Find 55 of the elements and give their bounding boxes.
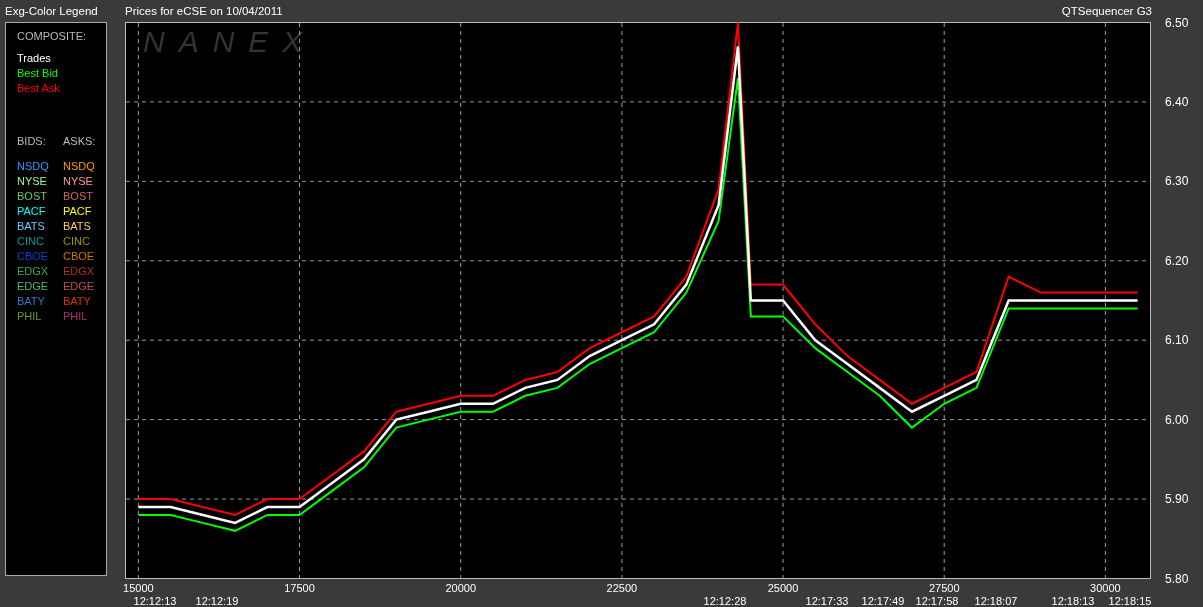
time-label: 12:17:58 — [915, 595, 959, 607]
legend-label: NSDQ — [17, 160, 50, 173]
legend-label: PHIL — [17, 310, 43, 323]
legend-label: EDGE — [63, 280, 96, 293]
y-tick-label: 6.40 — [1165, 94, 1189, 109]
time-label: 12:17:49 — [861, 595, 905, 607]
legend-label: EDGE — [17, 280, 50, 293]
x-tick-label: 17500 — [284, 582, 315, 594]
legend-label: CINC — [17, 235, 45, 248]
legend-label: BOST — [63, 190, 94, 203]
legend-label: EDGX — [63, 265, 96, 278]
x-tick-label: 27500 — [928, 582, 960, 594]
time-label: 12:12:19 — [195, 595, 239, 607]
legend-label: CINC — [63, 235, 91, 248]
legend-label: NYSE — [63, 175, 94, 188]
app-label: QTSequencer G3 — [1061, 4, 1152, 19]
bids-heading: BIDS: — [17, 135, 47, 148]
y-tick-label: 6.20 — [1165, 253, 1189, 268]
y-tick-label: 6.30 — [1165, 174, 1189, 189]
y-tick-label: 5.90 — [1165, 492, 1189, 507]
time-label: 12:18:15 — [1108, 595, 1152, 607]
composite-heading: COMPOSITE: — [17, 30, 88, 42]
legend-label: CBOE — [17, 250, 50, 263]
chart-title: Prices for eCSE on 10/04/2011 — [125, 4, 283, 19]
y-tick-label: 6.00 — [1165, 412, 1189, 427]
legend-label: Trades — [17, 52, 52, 65]
legend-label: BATY — [17, 295, 46, 308]
time-label: 12:18:13 — [1051, 595, 1095, 607]
y-tick-label: 6.50 — [1165, 15, 1189, 30]
x-tick-label: 30000 — [1090, 582, 1121, 594]
legend-label: BOST — [17, 190, 48, 203]
y-tick-label: 5.80 — [1165, 571, 1189, 586]
legend-label: PHIL — [63, 310, 89, 323]
legend-label: Best Ask — [17, 82, 61, 95]
legend-label: BATY — [63, 295, 92, 308]
time-label: 12:12:28 — [703, 595, 747, 607]
legend-title: Exg-Color Legend — [5, 4, 99, 19]
x-tick-label: 20000 — [445, 582, 476, 594]
time-label: 12:12:13 — [133, 595, 177, 607]
x-tick-label: 15000 — [123, 582, 154, 594]
y-tick-label: 6.10 — [1165, 333, 1189, 348]
legend-label: Best Bid — [17, 67, 59, 80]
legend-label: EDGX — [17, 265, 50, 278]
legend-label: PACF — [17, 205, 47, 218]
legend-label: CBOE — [63, 250, 96, 263]
time-label: 12:17:33 — [805, 595, 849, 607]
legend-label: NSDQ — [63, 160, 96, 173]
legend-label: NYSE — [17, 175, 48, 188]
time-label: 12:18:07 — [974, 595, 1018, 607]
asks-heading: ASKS: — [63, 135, 97, 148]
legend-label: PACF — [63, 205, 93, 218]
x-tick-label: 22500 — [606, 582, 638, 594]
legend-label: BATS — [63, 220, 92, 233]
legend-label: BATS — [17, 220, 46, 233]
x-tick-label: 25000 — [767, 582, 799, 594]
